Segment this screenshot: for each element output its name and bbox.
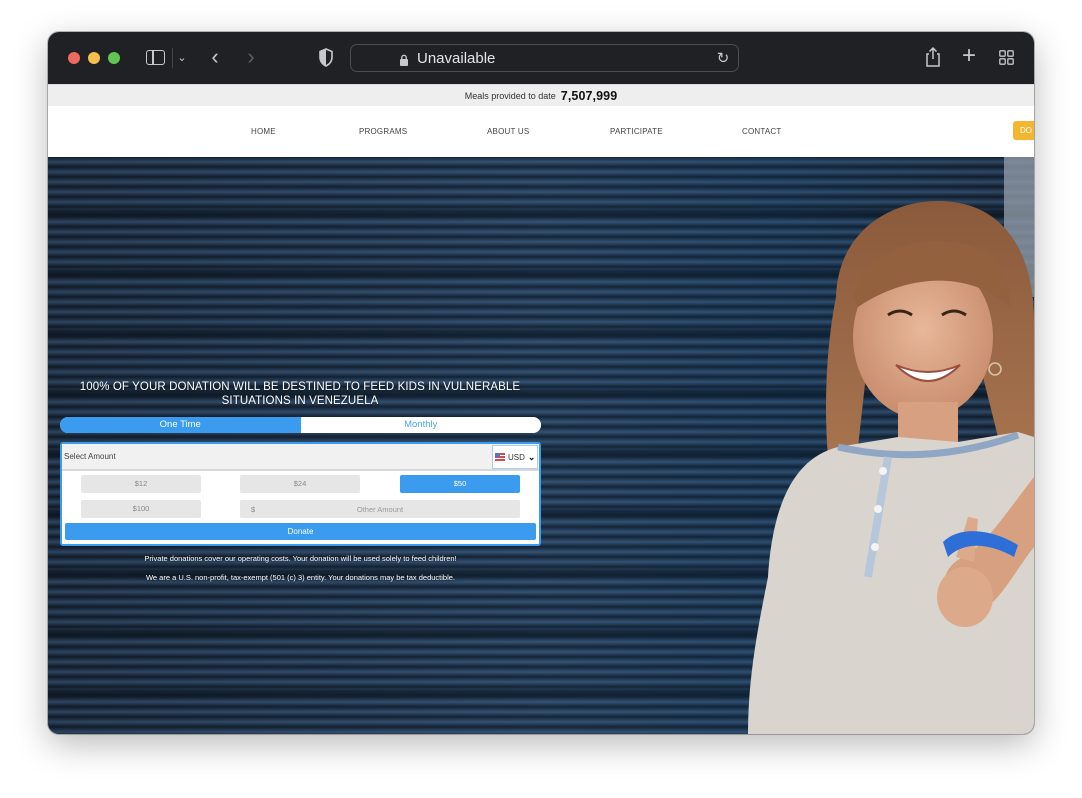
hero-headline: 100% OF YOUR DONATION WILL BE DESTINED T… <box>79 381 521 407</box>
amount-button-24[interactable]: $24 <box>240 475 360 493</box>
nav-item-programs[interactable]: PROGRAMS <box>359 127 407 136</box>
donation-amount-card: Select Amount USD ⌄ $12 $24 $50 $100 $ D… <box>60 442 541 546</box>
donate-button[interactable]: Donate <box>65 523 536 540</box>
amount-header: Select Amount USD ⌄ <box>62 444 539 471</box>
sidebar-icon[interactable] <box>146 50 165 65</box>
frequency-toggle: One Time Monthly <box>60 417 541 433</box>
nav-item-contact[interactable]: CONTACT <box>742 127 781 136</box>
meals-counter-bar: Meals provided to date 7,507,999 <box>48 84 1034 106</box>
amount-button-12[interactable]: $12 <box>81 475 201 493</box>
lock-icon <box>399 53 409 66</box>
currency-code: USD <box>508 452 525 462</box>
browser-toolbar: ⌄ ‹ › Unavailable ↻ + <box>48 32 1034 84</box>
address-text: Unavailable <box>417 50 496 67</box>
share-icon[interactable] <box>924 46 942 68</box>
nav-item-home[interactable]: HOME <box>251 127 276 136</box>
currency-select[interactable]: USD ⌄ <box>492 445 538 469</box>
nav-item-about-us[interactable]: ABOUT US <box>487 127 529 136</box>
web-page: Meals provided to date 7,507,999 HOME PR… <box>48 84 1034 734</box>
tab-overview-icon[interactable] <box>999 50 1014 65</box>
child-photo <box>748 157 1034 734</box>
other-amount-input[interactable] <box>260 500 500 518</box>
amount-button-100[interactable]: $100 <box>81 500 201 518</box>
meals-label: Meals provided to date <box>464 90 556 101</box>
close-window-button[interactable] <box>68 52 80 64</box>
address-bar[interactable]: Unavailable ↻ <box>350 44 739 72</box>
minimize-window-button[interactable] <box>88 52 100 64</box>
back-icon[interactable]: ‹ <box>206 44 224 69</box>
other-amount-field: $ <box>240 500 520 518</box>
select-amount-label: Select Amount <box>64 452 116 461</box>
chevron-down-icon[interactable]: ⌄ <box>176 49 188 65</box>
frequency-one-time-tab[interactable]: One Time <box>60 417 301 433</box>
plus-icon[interactable]: + <box>960 42 978 69</box>
frequency-monthly-tab[interactable]: Monthly <box>300 417 541 433</box>
us-flag-icon <box>495 453 505 461</box>
nav-item-participate[interactable]: PARTICIPATE <box>610 127 663 136</box>
hero-section: 100% OF YOUR DONATION WILL BE DESTINED T… <box>48 157 1034 734</box>
dollar-prefix: $ <box>251 505 256 514</box>
meals-count: 7,507,999 <box>560 88 618 103</box>
toolbar-divider <box>172 48 173 68</box>
forward-icon[interactable]: › <box>242 44 260 69</box>
main-nav: HOME PROGRAMS ABOUT US PARTICIPATE CONTA… <box>48 106 1034 157</box>
tax-deductible-note: We are a U.S. non-profit, tax-exempt (50… <box>145 573 456 582</box>
amount-button-50[interactable]: $50 <box>400 475 520 493</box>
chevron-down-icon: ⌄ <box>527 451 536 462</box>
zoom-window-button[interactable] <box>108 52 120 64</box>
reload-icon[interactable]: ↻ <box>714 49 732 67</box>
donate-nav-button[interactable]: DO <box>1013 121 1034 140</box>
operating-costs-note: Private donations cover our operating co… <box>144 554 457 563</box>
browser-window: ⌄ ‹ › Unavailable ↻ + Meals provided to … <box>48 32 1034 734</box>
shield-icon[interactable] <box>318 48 334 68</box>
